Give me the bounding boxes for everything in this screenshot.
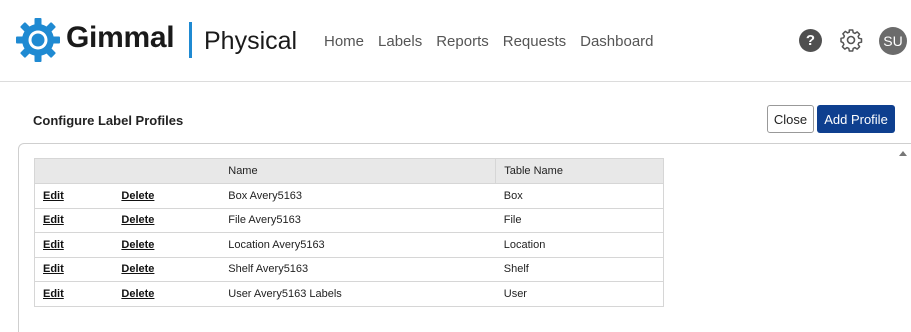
brand-name: Gimmal	[66, 21, 175, 54]
brand-divider	[189, 22, 192, 58]
main-nav: Home Labels Reports Requests Dashboard	[324, 33, 654, 50]
gimmal-gear-logo-icon[interactable]	[15, 17, 61, 63]
edit-link[interactable]: Edit	[43, 190, 64, 202]
table-name-cell: User	[495, 281, 664, 307]
nav-requests[interactable]: Requests	[503, 33, 566, 50]
table-name-cell: Shelf	[495, 256, 664, 282]
user-avatar[interactable]: SU	[879, 27, 907, 55]
table-name-cell: Location	[495, 232, 664, 258]
table-row: Edit Delete File Avery5163 File	[34, 207, 664, 233]
nav-dashboard[interactable]: Dashboard	[580, 33, 653, 50]
profile-name-cell: Location Avery5163	[220, 232, 496, 258]
nav-home[interactable]: Home	[324, 33, 364, 50]
close-button[interactable]: Close	[767, 105, 814, 133]
page-title: Configure Label Profiles	[33, 113, 184, 128]
product-name: Physical	[204, 27, 298, 55]
edit-link[interactable]: Edit	[43, 239, 64, 251]
scroll-up-arrow-icon[interactable]	[899, 151, 907, 156]
table-row: Edit Delete Box Avery5163 Box	[34, 183, 664, 209]
profile-name-cell: Shelf Avery5163	[220, 256, 496, 282]
table-name-cell: Box	[495, 183, 664, 209]
edit-link[interactable]: Edit	[43, 214, 64, 226]
table-name-cell: File	[495, 207, 664, 233]
delete-link[interactable]: Delete	[121, 190, 154, 202]
nav-reports[interactable]: Reports	[436, 33, 489, 50]
settings-gear-icon[interactable]	[839, 28, 863, 52]
table-row: Edit Delete Location Avery5163 Location	[34, 232, 664, 258]
column-header-table-name[interactable]: Table Name	[495, 158, 664, 184]
delete-link[interactable]: Delete	[121, 239, 154, 251]
edit-link[interactable]: Edit	[43, 263, 64, 275]
profile-name-cell: Box Avery5163	[220, 183, 496, 209]
edit-link[interactable]: Edit	[43, 288, 64, 300]
add-profile-button[interactable]: Add Profile	[817, 105, 895, 133]
table-header-row: Name Table Name	[34, 158, 664, 184]
table-row: Edit Delete User Avery5163 Labels User	[34, 281, 664, 307]
table-row: Edit Delete Shelf Avery5163 Shelf	[34, 256, 664, 282]
column-header-edit	[34, 158, 114, 184]
column-header-delete	[113, 158, 221, 184]
nav-labels[interactable]: Labels	[378, 33, 422, 50]
delete-link[interactable]: Delete	[121, 214, 154, 226]
profile-name-cell: User Avery5163 Labels	[220, 281, 496, 307]
delete-link[interactable]: Delete	[121, 263, 154, 275]
help-icon[interactable]: ?	[799, 29, 822, 52]
label-profiles-table: Name Table Name Edit Delete Box Avery516…	[34, 158, 664, 307]
column-header-name[interactable]: Name	[220, 158, 497, 184]
delete-link[interactable]: Delete	[121, 288, 154, 300]
profile-name-cell: File Avery5163	[220, 207, 496, 233]
top-header: Gimmal Physical Home Labels Reports Requ…	[0, 0, 911, 82]
